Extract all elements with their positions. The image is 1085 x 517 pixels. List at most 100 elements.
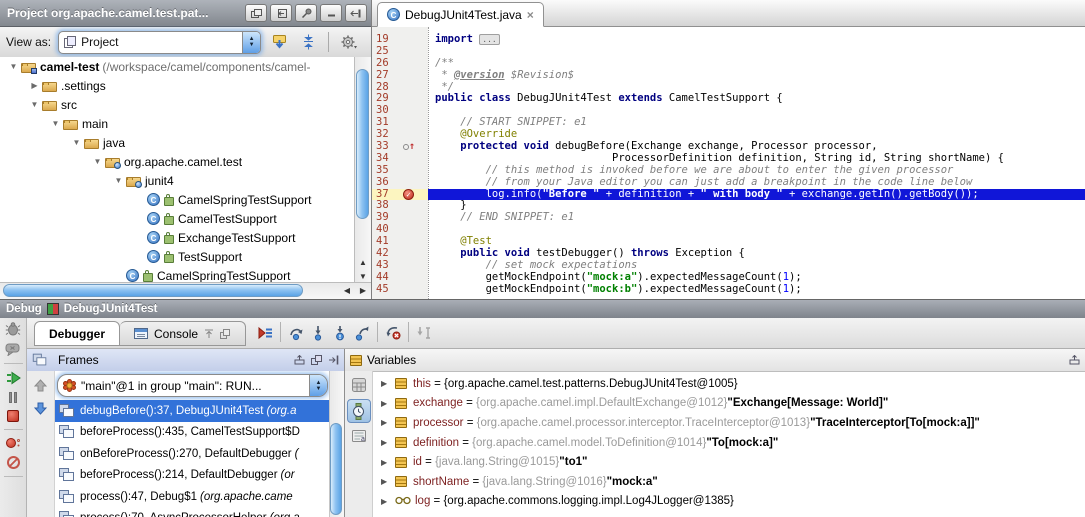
tree-expanded-arrow[interactable]: ▼ xyxy=(69,138,84,147)
tree-expanded-arrow[interactable]: ▼ xyxy=(48,119,63,128)
variable-row[interactable]: ▶log = {org.apache.commons.logging.impl.… xyxy=(373,492,1085,512)
project-vertical-scrollbar[interactable]: ▲ ▼ xyxy=(354,57,371,283)
auto-variables-mode-icon[interactable]: a xyxy=(351,429,367,443)
drop-frame-icon[interactable] xyxy=(382,321,404,345)
frame-row[interactable]: beforeProcess():435, CamelTestSupport$D xyxy=(55,422,330,444)
horizontal-scroll-thumb[interactable] xyxy=(3,284,303,297)
code-line[interactable]: 19import ... xyxy=(372,34,1085,46)
float-console-icon[interactable] xyxy=(220,329,231,339)
hide-panel-icon[interactable] xyxy=(345,4,367,22)
code-area[interactable]: 19import ...2526/**27 * @version $Revisi… xyxy=(372,27,1085,299)
variable-row[interactable]: ▶definition = {org.apache.camel.model.To… xyxy=(373,433,1085,453)
tree-item[interactable]: CCamelSpringTestSupport xyxy=(0,266,355,283)
frame-row[interactable]: debugBefore():37, DebugJUnit4Test (org.a xyxy=(55,400,330,422)
line-number[interactable]: 26 xyxy=(376,58,389,70)
resume-program-icon[interactable] xyxy=(6,371,21,385)
frame-row[interactable]: process():70, AsyncProcessorHelper (org.… xyxy=(55,508,330,517)
tree-collapsed-arrow[interactable]: ▶ xyxy=(27,81,42,90)
autoscroll-to-source-icon[interactable] xyxy=(268,31,290,53)
step-into-icon[interactable] xyxy=(307,321,329,345)
expand-arrow-icon[interactable]: ▶ xyxy=(381,497,395,506)
dropdown-stepper[interactable]: ▲▼ xyxy=(242,32,260,53)
view-as-dropdown[interactable]: Project ▲▼ xyxy=(58,31,261,54)
variable-row[interactable]: ▶id = {java.lang.String@1015}"to1" xyxy=(373,452,1085,472)
dock-panel-icon[interactable] xyxy=(328,355,339,365)
view-breakpoints-icon[interactable] xyxy=(6,437,20,449)
tree-item[interactable]: ▼junit4 xyxy=(0,171,355,190)
close-tab-icon[interactable]: × xyxy=(527,10,534,20)
tree-item[interactable]: CTestSupport xyxy=(0,247,355,266)
next-frame-icon[interactable] xyxy=(34,402,47,415)
variable-row[interactable]: ▶shortName = {java.lang.String@1016}"moc… xyxy=(373,472,1085,492)
tree-item[interactable]: ▼camel-test(/workspace/camel/components/… xyxy=(0,57,355,76)
code-line[interactable]: 25 xyxy=(372,46,1085,58)
settings-gear-icon[interactable] xyxy=(338,31,360,53)
frame-row[interactable]: beforeProcess():214, DefaultDebugger (or xyxy=(55,465,330,487)
watch-tool-selected[interactable] xyxy=(347,399,371,423)
frames-scrollbar[interactable] xyxy=(329,371,344,517)
line-number[interactable]: 35 xyxy=(376,165,389,177)
step-out-icon[interactable] xyxy=(351,321,373,345)
evaluate-expression-icon[interactable] xyxy=(351,377,367,393)
show-execution-point-icon[interactable] xyxy=(254,321,276,345)
tree-expanded-arrow[interactable]: ▼ xyxy=(27,100,42,109)
tab-console[interactable]: Console xyxy=(120,321,246,346)
line-number[interactable]: 27 xyxy=(376,70,389,82)
run-to-cursor-icon[interactable] xyxy=(413,321,435,345)
pause-program-icon[interactable] xyxy=(9,392,17,403)
vertical-scroll-thumb[interactable] xyxy=(356,69,369,219)
tree-item[interactable]: ▼src xyxy=(0,95,355,114)
scroll-down-button[interactable]: ▼ xyxy=(355,269,371,283)
tree-item[interactable]: ▼main xyxy=(0,114,355,133)
tree-item[interactable]: ▼java xyxy=(0,133,355,152)
line-number[interactable]: 45 xyxy=(376,284,389,296)
code-line[interactable]: 37✓ log.info("Before " + definition + " … xyxy=(372,189,1085,201)
line-number[interactable]: 36 xyxy=(376,177,389,189)
tab-debugger[interactable]: Debugger xyxy=(34,321,120,346)
frame-row[interactable]: process():47, Debug$1 (org.apache.came xyxy=(55,486,330,508)
code-line[interactable]: 45 getMockEndpoint("mock:b").expectedMes… xyxy=(372,284,1085,296)
tree-expanded-arrow[interactable]: ▼ xyxy=(90,157,105,166)
expand-arrow-icon[interactable]: ▶ xyxy=(381,438,395,447)
restore-panel-icon[interactable] xyxy=(1069,355,1080,365)
expand-arrow-icon[interactable]: ▶ xyxy=(381,418,395,427)
project-horizontal-scrollbar[interactable]: ◀ ▶ xyxy=(0,282,371,299)
scroll-from-source-icon[interactable] xyxy=(270,4,292,22)
scroll-right-button[interactable]: ▶ xyxy=(355,283,371,297)
line-number[interactable]: 25 xyxy=(376,46,389,58)
expand-arrow-icon[interactable]: ▶ xyxy=(381,399,395,408)
stop-program-icon[interactable] xyxy=(7,410,19,422)
mute-renderers-icon[interactable] xyxy=(5,343,21,356)
code-line[interactable]: 29public class DebugJUnit4Test extends C… xyxy=(372,93,1085,105)
rerun-debug-icon[interactable] xyxy=(5,322,21,336)
pin-icon[interactable] xyxy=(295,4,317,22)
code-line[interactable]: 39 // END SNIPPET: e1 xyxy=(372,212,1085,224)
expand-arrow-icon[interactable]: ▶ xyxy=(381,477,395,486)
frame-row[interactable]: onBeforeProcess():270, DefaultDebugger ( xyxy=(55,443,330,465)
line-number[interactable]: 44 xyxy=(376,272,389,284)
tree-item[interactable]: CExchangeTestSupport xyxy=(0,228,355,247)
previous-frame-icon[interactable] xyxy=(34,379,47,392)
tree-item[interactable]: CCamelSpringTestSupport xyxy=(0,190,355,209)
code-line[interactable]: 27 * @version $Revision$ xyxy=(372,70,1085,82)
expand-arrow-icon[interactable]: ▶ xyxy=(381,458,395,467)
scroll-left-button[interactable]: ◀ xyxy=(339,283,355,297)
tree-item[interactable]: CCamelTestSupport xyxy=(0,209,355,228)
float-window-icon[interactable] xyxy=(245,4,267,22)
tree-expanded-arrow[interactable]: ▼ xyxy=(6,62,21,71)
thread-dropdown[interactable]: "main"@1 in group "main": RUN... ▲▼ xyxy=(57,374,328,397)
tree-item[interactable]: ▼org.apache.camel.test xyxy=(0,152,355,171)
scroll-up-button[interactable]: ▲ xyxy=(355,255,371,269)
variable-row[interactable]: ▶exchange = {org.apache.camel.impl.Defau… xyxy=(373,394,1085,414)
tree-item[interactable]: ▶.settings xyxy=(0,76,355,95)
restore-panel-icon[interactable] xyxy=(294,355,305,365)
step-over-icon[interactable] xyxy=(285,321,307,345)
editor-tab[interactable]: C DebugJUnit4Test.java × xyxy=(377,2,544,27)
breakpoint-icon[interactable]: ✓ xyxy=(403,189,414,200)
frames-scroll-thumb[interactable] xyxy=(330,423,342,515)
variable-row[interactable]: ▶processor = {org.apache.camel.processor… xyxy=(373,413,1085,433)
tree-expanded-arrow[interactable]: ▼ xyxy=(111,176,126,185)
minimize-icon[interactable] xyxy=(320,4,342,22)
thread-stepper[interactable]: ▲▼ xyxy=(309,375,327,396)
override-marker-icon[interactable]: ↑ xyxy=(403,141,415,152)
